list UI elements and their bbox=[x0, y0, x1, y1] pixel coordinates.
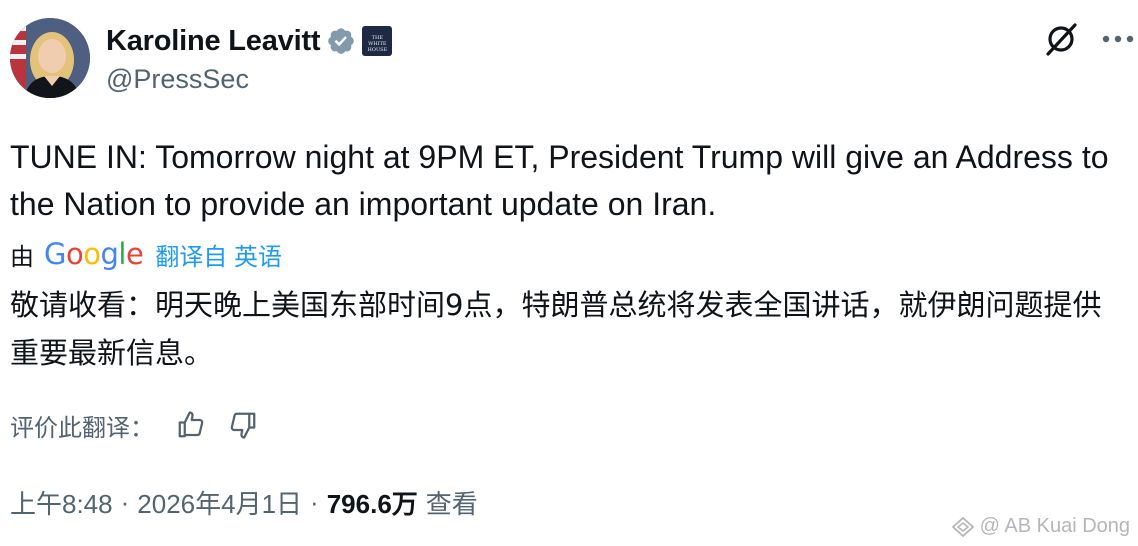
thumbs-up-icon[interactable] bbox=[176, 410, 206, 440]
google-logo-letter: l bbox=[118, 237, 126, 271]
author-handle[interactable]: @PressSec bbox=[106, 64, 392, 95]
translated-from-link[interactable]: 翻译自 英语 bbox=[155, 237, 282, 272]
grok-icon[interactable] bbox=[1042, 20, 1080, 58]
tweet-date[interactable]: 2026年4月1日 bbox=[137, 484, 302, 521]
views-label: 查看 bbox=[425, 488, 478, 519]
translation-attribution: 由 Google 翻译自 英语 bbox=[10, 236, 282, 272]
translated-text: 敬请收看：明天晚上美国东部时间9点，特朗普总统将发表全国讲话，就伊朗问题提供重要… bbox=[10, 288, 1102, 370]
white-house-affiliation-icon[interactable]: THE WHITE HOUSE bbox=[362, 26, 393, 56]
meta-separator: · bbox=[310, 486, 319, 517]
top-actions bbox=[1042, 20, 1138, 58]
rate-translation-row: 评价此翻译： bbox=[10, 405, 258, 445]
tweet-text: TUNE IN: Tomorrow night at 9PM ET, Presi… bbox=[10, 139, 1109, 222]
affiliation-badge-text: THE WHITE HOUSE bbox=[367, 35, 388, 53]
tweet-meta: 上午8:48 · 2026年4月1日 · 796.6万 查看 bbox=[10, 482, 478, 522]
google-logo-letter: o bbox=[65, 237, 84, 271]
avatar[interactable] bbox=[10, 18, 90, 98]
tweet-time[interactable]: 上午8:48 bbox=[10, 484, 113, 521]
more-options-icon[interactable] bbox=[1098, 20, 1138, 58]
avatar-image bbox=[10, 18, 90, 98]
google-logo: Google bbox=[44, 237, 144, 271]
tweet-card: Karoline Leavitt THE WHITE HOUSE @PressS… bbox=[0, 0, 1138, 546]
google-logo-letter: e bbox=[125, 237, 144, 271]
rate-translation-label: 评价此翻译： bbox=[10, 414, 154, 442]
google-logo-letter: o bbox=[83, 237, 101, 271]
watermark: @ AB Kuai Dong bbox=[950, 515, 1130, 538]
watermark-logo-icon bbox=[951, 516, 974, 537]
watermark-text: @ AB Kuai Dong bbox=[979, 515, 1130, 537]
verified-badge-icon bbox=[326, 26, 356, 56]
translation-prefix: 由 bbox=[10, 243, 34, 271]
author-display-name[interactable]: Karoline Leavitt bbox=[106, 25, 321, 58]
author-name-row: Karoline Leavitt THE WHITE HOUSE bbox=[106, 24, 393, 58]
views-count[interactable]: 796.6万 bbox=[327, 484, 418, 521]
meta-separator: · bbox=[120, 486, 130, 517]
google-logo-letter: g bbox=[100, 237, 119, 271]
thumbs-down-icon[interactable] bbox=[228, 410, 258, 440]
google-logo-letter: G bbox=[44, 237, 66, 271]
tweet-header: Karoline Leavitt THE WHITE HOUSE @PressS… bbox=[10, 18, 1138, 106]
author-info: Karoline Leavitt THE WHITE HOUSE @PressS… bbox=[106, 24, 393, 95]
